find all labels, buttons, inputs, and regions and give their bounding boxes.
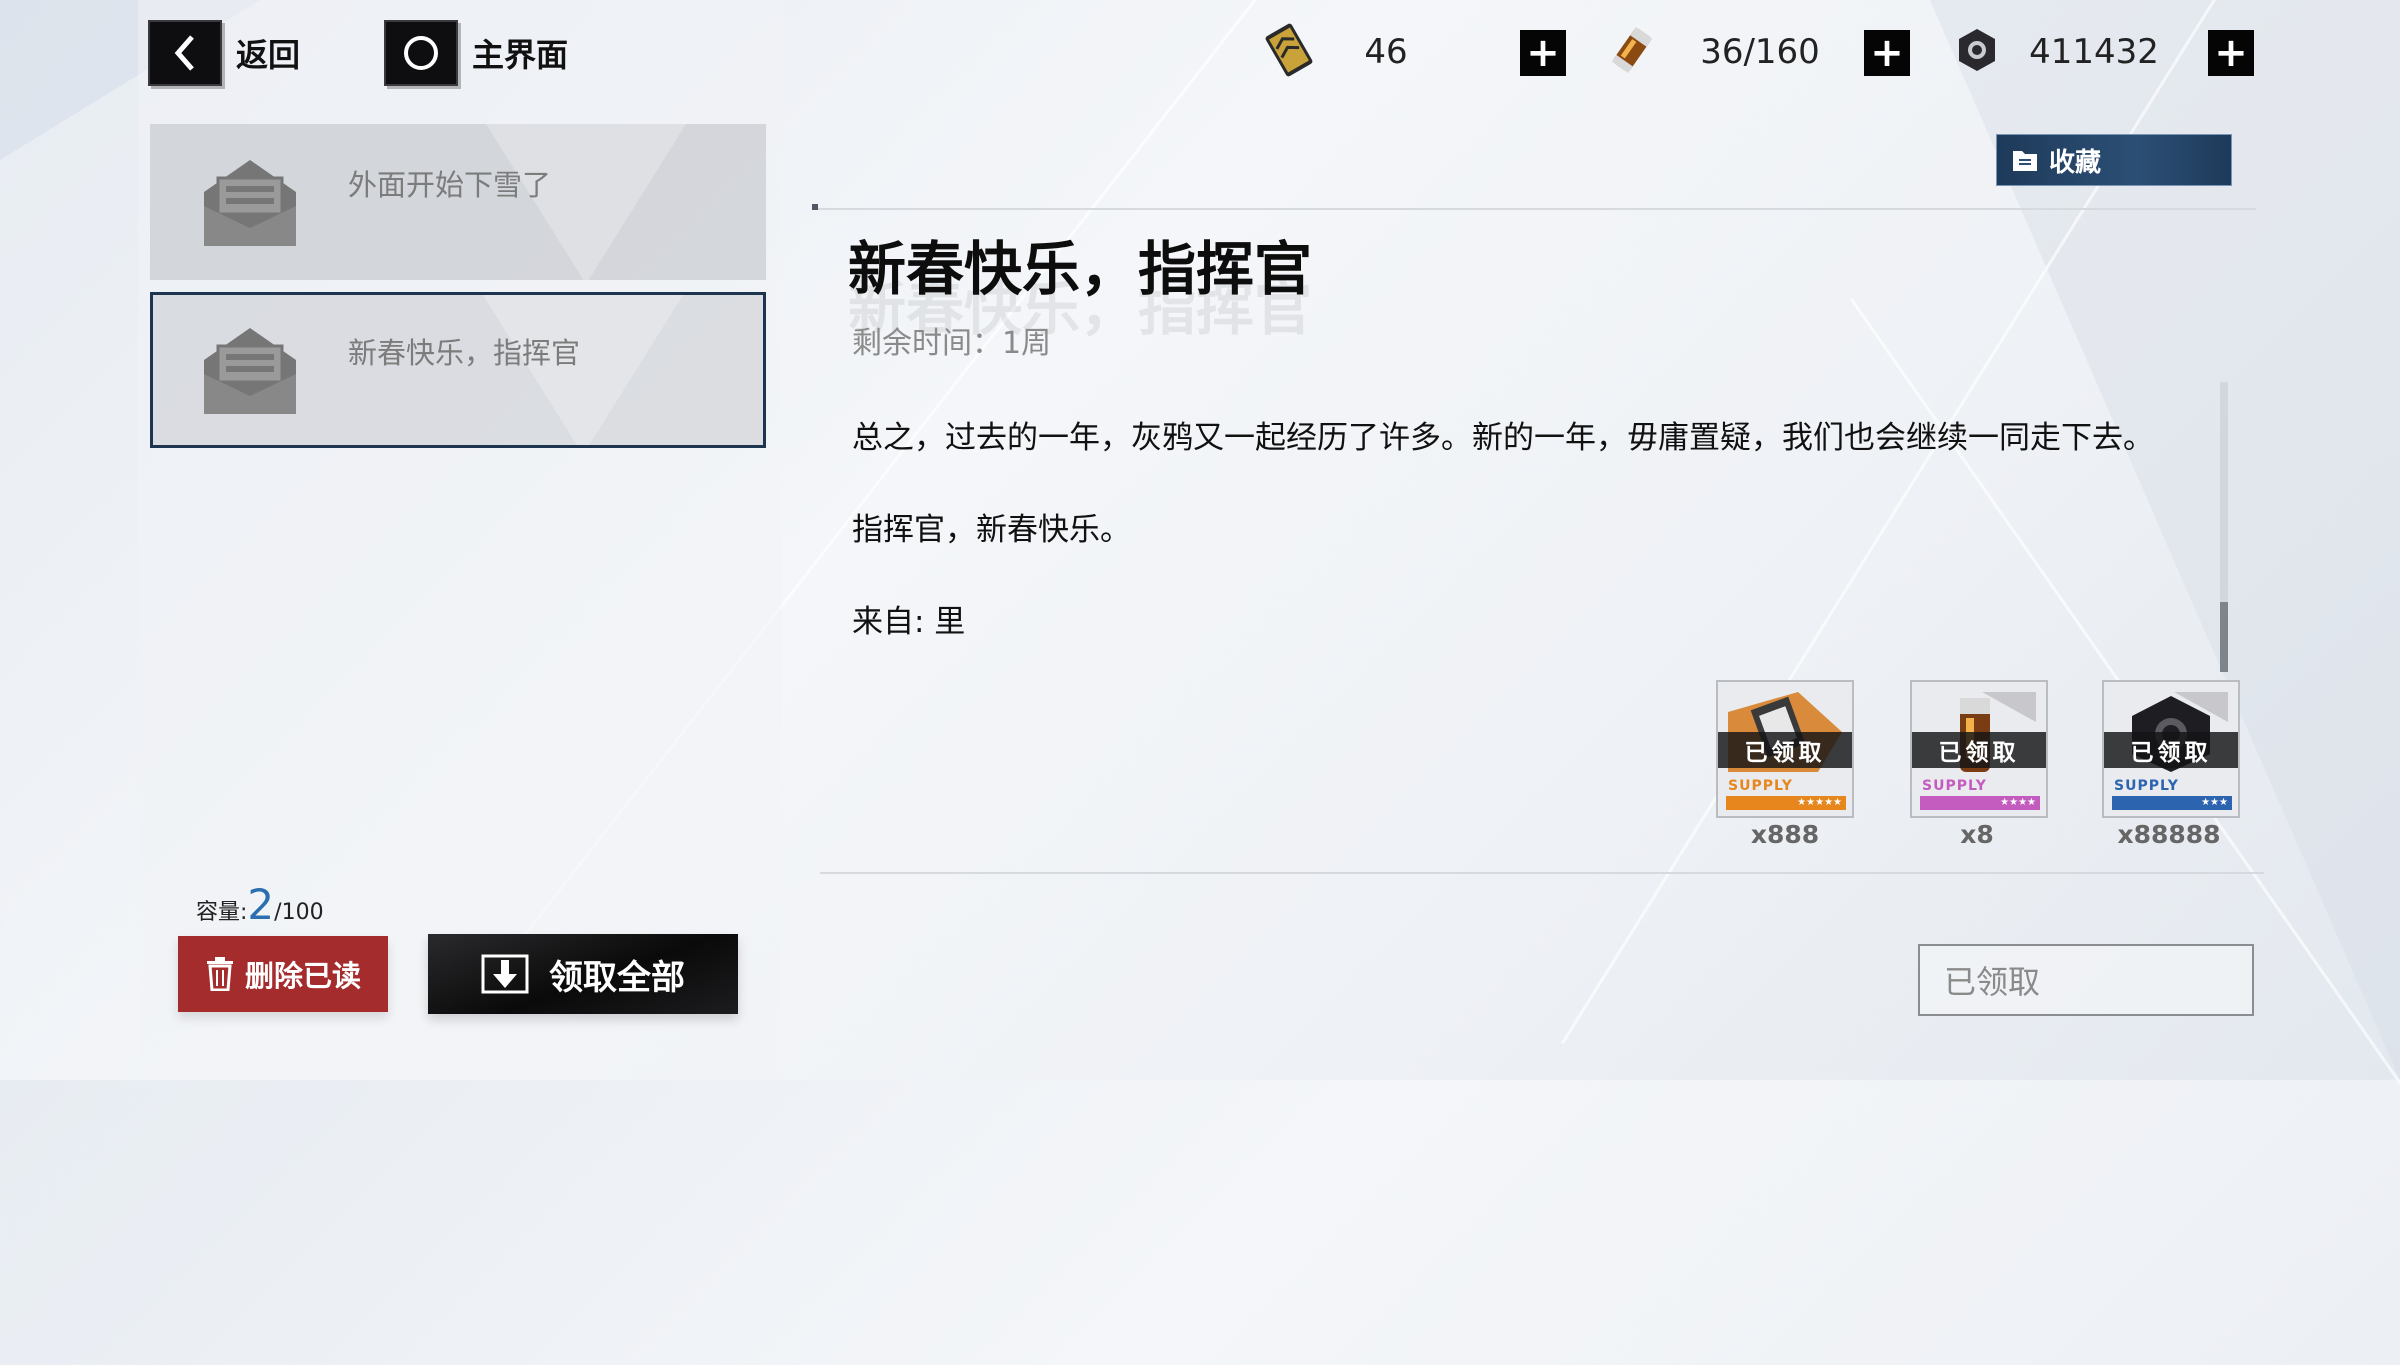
claimed-overlay: 已领取 [1912,732,2046,768]
resource-value: 46 [1364,32,1408,72]
reward-quantity: x888 [1750,820,1820,849]
add-battery-button[interactable]: + [1864,30,1910,76]
delete-read-button[interactable]: 删除已读 [178,936,388,1012]
rarity-stars: ★★★★★ [1797,797,1842,808]
resource-ticket: 46 [1262,22,1456,82]
supply-label: SUPPLY [1728,778,1793,794]
mail-sender: 来自: 里 [852,604,966,640]
remaining-time: 剩余时间：1周 [852,326,1052,361]
favorite-label: 收藏 [2049,147,2102,178]
favorite-button[interactable]: 收藏 [1996,134,2232,186]
resource-battery: 36/160 [1604,22,1860,82]
reward-item[interactable]: 已领取 SUPPLY ★★★ [2102,680,2240,818]
claimed-status-button[interactable]: 已领取 [1918,944,2254,1016]
trash-icon [206,957,233,991]
reward-item[interactable]: 已领取 SUPPLY ★★★★ [1910,680,2048,818]
hex-nut-icon [1950,23,2004,81]
mail-list-item[interactable]: 外面开始下雪了 [150,124,766,280]
battery-icon [1604,23,1660,81]
resource-value: 411432 [2029,32,2159,72]
reward-quantity: x8 [1960,820,1994,849]
mail-title: 新春快乐，指挥官 [348,336,581,370]
rarity-stars: ★★★★ [2000,797,2036,808]
delete-read-label: 删除已读 [244,959,361,993]
claimed-overlay: 已领取 [1718,732,1852,768]
reward-item[interactable]: 已领取 SUPPLY ★★★★★ [1716,680,1854,818]
rarity-bar: ★★★★★ [1726,796,1846,810]
add-coins-button[interactable]: + [2208,30,2254,76]
envelope-open-icon [204,160,296,246]
folder-icon [2013,151,2037,171]
back-label: 返回 [236,36,301,74]
home-button[interactable]: 主界面 [384,20,568,86]
rarity-stars: ★★★ [2201,797,2228,808]
capacity-label: 容量: [196,900,248,925]
mail-body-line: 总之，过去的一年，灰鸦又一起经历了许多。新的一年，毋庸置疑，我们也会继续一同走下… [852,420,2154,456]
divider [820,872,2264,874]
claim-all-button[interactable]: 领取全部 [428,934,738,1014]
mail-body-line: 指挥官，新春快乐。 [852,512,1131,548]
capacity-current: 2 [247,880,275,929]
rarity-bar: ★★★★ [1920,796,2040,810]
home-label: 主界面 [472,36,569,74]
back-arrow-icon [148,20,222,86]
claim-all-label: 领取全部 [549,957,685,998]
capacity-max: /100 [274,900,324,925]
envelope-open-icon [204,328,296,414]
scrollbar-thumb[interactable] [2220,602,2228,672]
mail-title: 外面开始下雪了 [348,168,552,202]
capacity-indicator: 容量:2/100 [196,880,324,929]
resource-value: 36/160 [1700,32,1820,72]
reward-quantity: x88888 [2117,820,2221,849]
rarity-bar: ★★★ [2112,796,2232,810]
supply-label: SUPPLY [1922,778,1987,794]
download-icon [481,954,529,994]
divider [816,208,2256,210]
divider-marker [812,204,818,210]
claimed-overlay: 已领取 [2104,732,2238,768]
supply-label: SUPPLY [2114,778,2179,794]
mail-heading: 新春快乐，指挥官 [848,235,1313,303]
add-ticket-button[interactable]: + [1520,30,1566,76]
ticket-icon [1262,23,1316,81]
mail-list-item-selected[interactable]: 新春快乐，指挥官 [150,292,766,448]
home-circle-icon [384,20,458,86]
back-button[interactable]: 返回 [148,20,300,86]
resource-coins: 411432 [1950,22,2184,82]
